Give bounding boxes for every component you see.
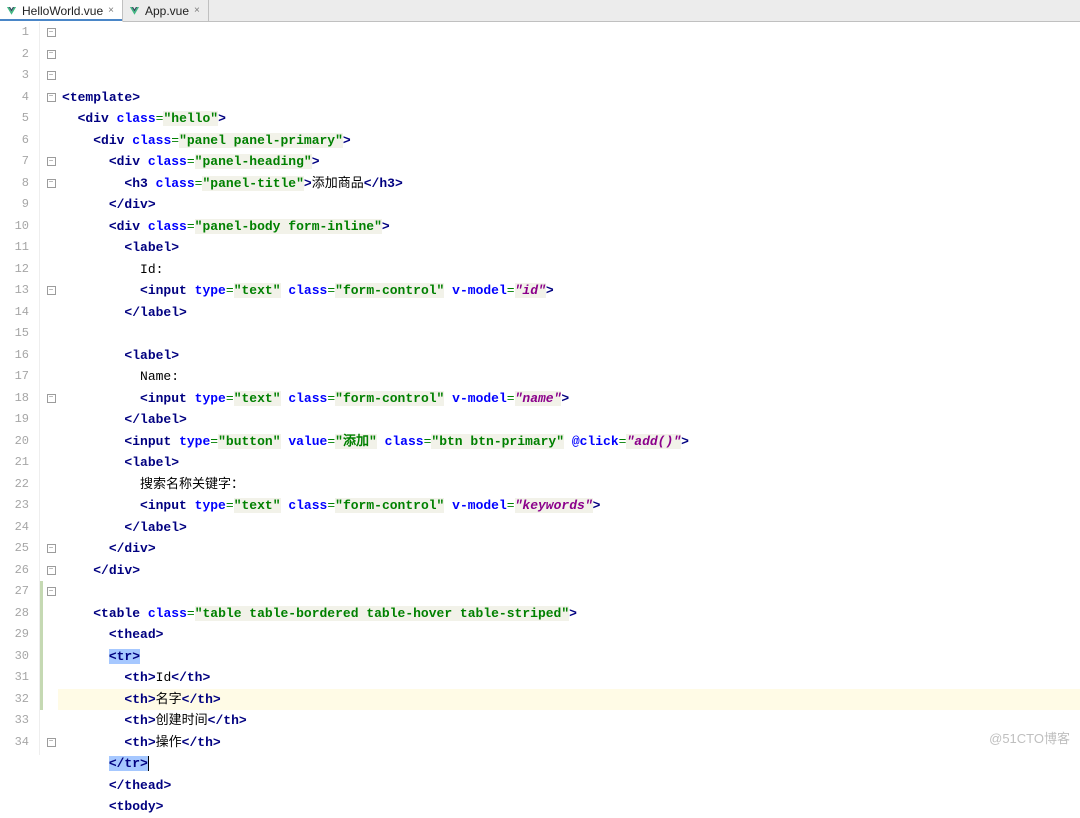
- code-line[interactable]: <div class="hello">: [62, 108, 1080, 130]
- code-line[interactable]: <table class="table table-bordered table…: [62, 603, 1080, 625]
- editor-area: 1234567891011121314151617181920212223242…: [0, 22, 1080, 755]
- code-line[interactable]: <th>创建时间</th>: [62, 710, 1080, 732]
- fold-toggle[interactable]: −: [47, 157, 56, 166]
- tab-app[interactable]: App.vue ×: [123, 0, 209, 21]
- close-icon[interactable]: ×: [194, 5, 200, 16]
- close-icon[interactable]: ×: [108, 5, 114, 16]
- code-line[interactable]: <thead>: [62, 624, 1080, 646]
- code-line[interactable]: </tr>: [62, 753, 1080, 775]
- fold-toggle[interactable]: −: [47, 566, 56, 575]
- code-line[interactable]: </div>: [62, 560, 1080, 582]
- code-line[interactable]: <input type="text" class="form-control" …: [62, 388, 1080, 410]
- code-line[interactable]: </div>: [62, 194, 1080, 216]
- code-line[interactable]: </thead>: [62, 775, 1080, 797]
- code-line[interactable]: <label>: [62, 452, 1080, 474]
- code-line[interactable]: <h3 class="panel-title">添加商品</h3>: [62, 173, 1080, 195]
- code-line[interactable]: [62, 581, 1080, 603]
- code-line[interactable]: <input type="text" class="form-control" …: [62, 495, 1080, 517]
- vue-icon: [129, 6, 140, 16]
- code-line[interactable]: 搜索名称关键字：: [62, 474, 1080, 496]
- fold-toggle[interactable]: −: [47, 28, 56, 37]
- tab-label: HelloWorld.vue: [22, 4, 103, 18]
- code-line[interactable]: <label>: [62, 237, 1080, 259]
- fold-toggle[interactable]: −: [47, 179, 56, 188]
- fold-toggle[interactable]: −: [47, 50, 56, 59]
- code-line[interactable]: <tr>: [62, 646, 1080, 668]
- code-line[interactable]: </div>: [62, 538, 1080, 560]
- editor-tabs: HelloWorld.vue × App.vue ×: [0, 0, 1080, 22]
- code-line[interactable]: Id:: [62, 259, 1080, 281]
- code-line[interactable]: </label>: [62, 409, 1080, 431]
- vue-icon: [6, 6, 17, 16]
- watermark: @51CTO博客: [989, 728, 1070, 747]
- code-line[interactable]: </label>: [62, 302, 1080, 324]
- code-line[interactable]: <th>Id</th>: [62, 667, 1080, 689]
- tab-label: App.vue: [145, 4, 189, 18]
- fold-toggle[interactable]: −: [47, 286, 56, 295]
- fold-toggle[interactable]: −: [47, 394, 56, 403]
- code-line[interactable]: <th>名字</th>: [62, 689, 1080, 711]
- code-area[interactable]: <template> <div class="hello"> <div clas…: [58, 22, 1080, 755]
- fold-toggle[interactable]: −: [47, 587, 56, 596]
- code-line[interactable]: [62, 323, 1080, 345]
- code-line[interactable]: <tbody>: [62, 796, 1080, 818]
- code-line[interactable]: <div class="panel-heading">: [62, 151, 1080, 173]
- fold-toggle[interactable]: −: [47, 544, 56, 553]
- code-line[interactable]: <th>操作</th>: [62, 732, 1080, 754]
- code-line[interactable]: <input type="button" value="添加" class="b…: [62, 431, 1080, 453]
- code-line[interactable]: <div class="panel-body form-inline">: [62, 216, 1080, 238]
- fold-toggle[interactable]: −: [47, 738, 56, 747]
- code-line[interactable]: <label>: [62, 345, 1080, 367]
- code-line[interactable]: <template>: [62, 87, 1080, 109]
- code-line[interactable]: <div class="panel panel-primary">: [62, 130, 1080, 152]
- code-line[interactable]: <input type="text" class="form-control" …: [62, 280, 1080, 302]
- line-gutter[interactable]: 1234567891011121314151617181920212223242…: [0, 22, 40, 755]
- fold-toggle[interactable]: −: [47, 71, 56, 80]
- code-line[interactable]: Name:: [62, 366, 1080, 388]
- fold-toggle[interactable]: −: [47, 93, 56, 102]
- code-line[interactable]: </label>: [62, 517, 1080, 539]
- fold-gutter[interactable]: − − − − − − − − − − − −: [44, 22, 58, 755]
- tab-helloworld[interactable]: HelloWorld.vue ×: [0, 0, 123, 22]
